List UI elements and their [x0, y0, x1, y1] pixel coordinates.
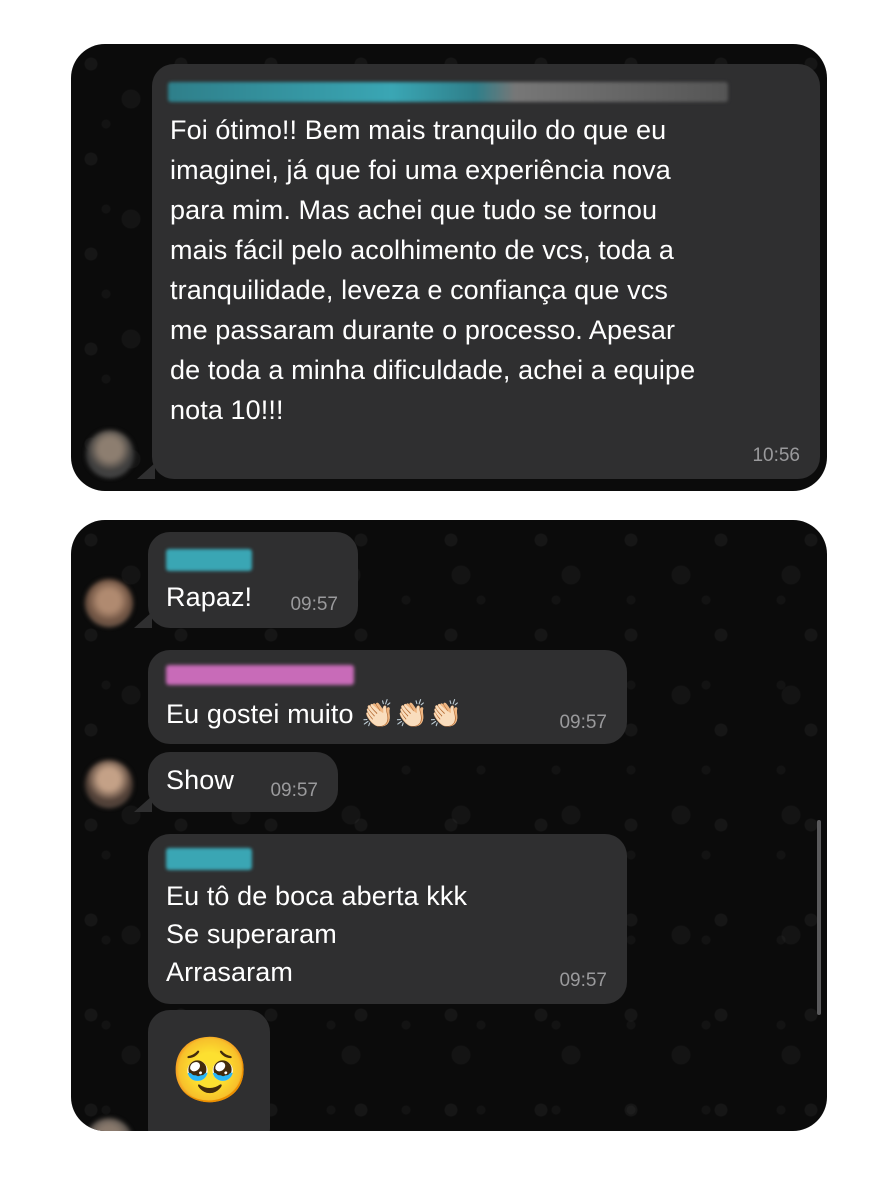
avatar[interactable]: [85, 760, 133, 808]
message-time: 09:57: [559, 970, 607, 991]
emoji-message-bubble[interactable]: 🥹: [148, 1010, 270, 1131]
message-line: Arrasaram: [166, 957, 293, 987]
avatar[interactable]: [85, 1118, 133, 1131]
message-time: 09:57: [559, 712, 607, 733]
pleading-face-emoji: 🥹: [170, 1034, 250, 1106]
message-bubble[interactable]: Eu tô de boca aberta kkk Se superaram Ar…: [148, 834, 627, 1004]
message-bubble[interactable]: Show 09:57: [148, 752, 338, 812]
message-line: Eu tô de boca aberta kkk: [166, 881, 468, 911]
message-text: Rapaz!: [166, 582, 253, 612]
sender-name-blurred: [168, 82, 728, 102]
chat-screenshot-bottom: Rapaz! 09:57 Eu gostei muito 👏🏻👏🏻👏🏻 09:5…: [71, 520, 827, 1131]
sender-name-blurred: [166, 665, 354, 685]
message-bubble[interactable]: Foi ótimo!! Bem mais tranquilo do que eu…: [152, 64, 820, 479]
bubble-tail: [134, 796, 152, 812]
message-text: Show: [166, 765, 234, 795]
sender-name-blurred: [166, 848, 252, 870]
message-line: Se superaram: [166, 919, 337, 949]
bubble-tail: [134, 612, 152, 628]
sender-name-blurred: [166, 549, 252, 571]
message-text: Foi ótimo!! Bem mais tranquilo do que eu…: [170, 115, 696, 425]
message-time: 09:57: [270, 780, 318, 801]
message-time: 10:56: [752, 445, 800, 466]
scrollbar[interactable]: [817, 820, 821, 1015]
chat-screenshot-top: Foi ótimo!! Bem mais tranquilo do que eu…: [71, 44, 827, 491]
message-bubble[interactable]: Rapaz! 09:57: [148, 532, 358, 628]
avatar[interactable]: [86, 430, 134, 478]
message-bubble[interactable]: Eu gostei muito 👏🏻👏🏻👏🏻 09:57: [148, 650, 627, 744]
message-time: 09:57: [290, 594, 338, 615]
bubble-tail: [137, 463, 155, 479]
avatar[interactable]: [85, 579, 133, 627]
message-text: Eu gostei muito 👏🏻👏🏻👏🏻: [166, 699, 463, 729]
